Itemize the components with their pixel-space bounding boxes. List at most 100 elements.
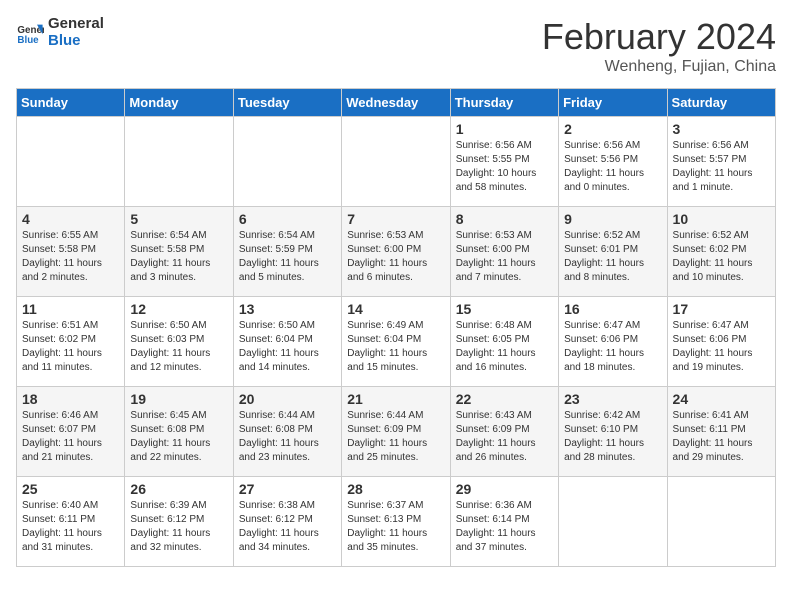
calendar-cell: 26 Sunrise: 6:39 AMSunset: 6:12 PMDayligh… [125, 477, 233, 567]
calendar-cell: 13 Sunrise: 6:50 AMSunset: 6:04 PMDayligh… [233, 297, 341, 387]
day-number: 8 [456, 211, 553, 227]
logo-icon: General Blue [16, 19, 44, 47]
day-number: 3 [673, 121, 770, 137]
day-info: Sunrise: 6:48 AMSunset: 6:05 PMDaylight:… [456, 319, 553, 375]
day-number: 4 [22, 211, 119, 227]
logo-line1: General [48, 16, 104, 33]
day-info: Sunrise: 6:50 AMSunset: 6:04 PMDaylight:… [239, 319, 336, 375]
day-number: 25 [22, 481, 119, 497]
day-info: Sunrise: 6:40 AMSunset: 6:11 PMDaylight:… [22, 499, 119, 555]
calendar-cell: 6 Sunrise: 6:54 AMSunset: 5:59 PMDaylight… [233, 207, 341, 297]
day-number: 19 [130, 391, 227, 407]
calendar-cell: 24 Sunrise: 6:41 AMSunset: 6:11 PMDayligh… [667, 387, 775, 477]
calendar-cell: 29 Sunrise: 6:36 AMSunset: 6:14 PMDayligh… [450, 477, 558, 567]
calendar-week-3: 11 Sunrise: 6:51 AMSunset: 6:02 PMDayligh… [17, 297, 776, 387]
day-number: 17 [673, 301, 770, 317]
calendar-cell [125, 117, 233, 207]
day-number: 20 [239, 391, 336, 407]
day-info: Sunrise: 6:36 AMSunset: 6:14 PMDaylight:… [456, 499, 553, 555]
day-number: 9 [564, 211, 661, 227]
day-info: Sunrise: 6:56 AMSunset: 5:57 PMDaylight:… [673, 139, 770, 195]
calendar-cell: 19 Sunrise: 6:45 AMSunset: 6:08 PMDayligh… [125, 387, 233, 477]
day-number: 26 [130, 481, 227, 497]
day-number: 11 [22, 301, 119, 317]
calendar-cell: 23 Sunrise: 6:42 AMSunset: 6:10 PMDayligh… [559, 387, 667, 477]
day-info: Sunrise: 6:52 AMSunset: 6:01 PMDaylight:… [564, 229, 661, 285]
day-info: Sunrise: 6:38 AMSunset: 6:12 PMDaylight:… [239, 499, 336, 555]
calendar-cell: 9 Sunrise: 6:52 AMSunset: 6:01 PMDaylight… [559, 207, 667, 297]
calendar-week-1: 1Sunrise: 6:56 AMSunset: 5:55 PMDaylight… [17, 117, 776, 207]
day-number: 22 [456, 391, 553, 407]
calendar-cell [233, 117, 341, 207]
calendar-cell: 3 Sunrise: 6:56 AMSunset: 5:57 PMDaylight… [667, 117, 775, 207]
day-number: 5 [130, 211, 227, 227]
day-number: 16 [564, 301, 661, 317]
calendar-cell: 2 Sunrise: 6:56 AMSunset: 5:56 PMDaylight… [559, 117, 667, 207]
header-sunday: Sunday [17, 89, 125, 117]
day-number: 1 [456, 121, 553, 137]
calendar-cell: 17 Sunrise: 6:47 AMSunset: 6:06 PMDayligh… [667, 297, 775, 387]
day-info: Sunrise: 6:55 AMSunset: 5:58 PMDaylight:… [22, 229, 119, 285]
day-number: 28 [347, 481, 444, 497]
day-number: 14 [347, 301, 444, 317]
header-friday: Friday [559, 89, 667, 117]
logo: General Blue General Blue [16, 16, 104, 49]
day-number: 13 [239, 301, 336, 317]
day-number: 23 [564, 391, 661, 407]
header-thursday: Thursday [450, 89, 558, 117]
calendar-cell: 5 Sunrise: 6:54 AMSunset: 5:58 PMDaylight… [125, 207, 233, 297]
day-info: Sunrise: 6:39 AMSunset: 6:12 PMDaylight:… [130, 499, 227, 555]
day-number: 6 [239, 211, 336, 227]
calendar-cell [342, 117, 450, 207]
day-info: Sunrise: 6:37 AMSunset: 6:13 PMDaylight:… [347, 499, 444, 555]
calendar-cell [17, 117, 125, 207]
day-info: Sunrise: 6:53 AMSunset: 6:00 PMDaylight:… [456, 229, 553, 285]
svg-text:Blue: Blue [17, 34, 39, 45]
calendar-week-2: 4 Sunrise: 6:55 AMSunset: 5:58 PMDaylight… [17, 207, 776, 297]
calendar-subtitle: Wenheng, Fujian, China [542, 58, 776, 76]
day-number: 29 [456, 481, 553, 497]
day-info: Sunrise: 6:41 AMSunset: 6:11 PMDaylight:… [673, 409, 770, 465]
day-info: Sunrise: 6:51 AMSunset: 6:02 PMDaylight:… [22, 319, 119, 375]
day-number: 12 [130, 301, 227, 317]
calendar-cell: 18Sunrise: 6:46 AMSunset: 6:07 PMDayligh… [17, 387, 125, 477]
day-info: Sunrise: 6:53 AMSunset: 6:00 PMDaylight:… [347, 229, 444, 285]
calendar-cell: 22 Sunrise: 6:43 AMSunset: 6:09 PMDayligh… [450, 387, 558, 477]
page-header: General Blue General Blue February 2024 … [16, 16, 776, 76]
day-info: Sunrise: 6:54 AMSunset: 5:58 PMDaylight:… [130, 229, 227, 285]
day-info: Sunrise: 6:43 AMSunset: 6:09 PMDaylight:… [456, 409, 553, 465]
day-number: 24 [673, 391, 770, 407]
calendar-cell: 7Sunrise: 6:53 AMSunset: 6:00 PMDaylight… [342, 207, 450, 297]
calendar-cell: 25 Sunrise: 6:40 AMSunset: 6:11 PMDayligh… [17, 477, 125, 567]
day-number: 2 [564, 121, 661, 137]
calendar-cell: 21 Sunrise: 6:44 AMSunset: 6:09 PMDayligh… [342, 387, 450, 477]
day-info: Sunrise: 6:47 AMSunset: 6:06 PMDaylight:… [673, 319, 770, 375]
calendar-cell [559, 477, 667, 567]
day-info: Sunrise: 6:56 AMSunset: 5:56 PMDaylight:… [564, 139, 661, 195]
calendar-week-5: 25 Sunrise: 6:40 AMSunset: 6:11 PMDayligh… [17, 477, 776, 567]
day-number: 10 [673, 211, 770, 227]
day-info: Sunrise: 6:46 AMSunset: 6:07 PMDaylight:… [22, 409, 119, 465]
calendar-table: Sunday Monday Tuesday Wednesday Thursday… [16, 88, 776, 567]
day-info: Sunrise: 6:45 AMSunset: 6:08 PMDaylight:… [130, 409, 227, 465]
day-number: 21 [347, 391, 444, 407]
logo-line2: Blue [48, 33, 104, 50]
calendar-cell: 16 Sunrise: 6:47 AMSunset: 6:06 PMDayligh… [559, 297, 667, 387]
calendar-cell: 12Sunrise: 6:50 AMSunset: 6:03 PMDayligh… [125, 297, 233, 387]
header-tuesday: Tuesday [233, 89, 341, 117]
calendar-cell: 28 Sunrise: 6:37 AMSunset: 6:13 PMDayligh… [342, 477, 450, 567]
calendar-cell [667, 477, 775, 567]
header-wednesday: Wednesday [342, 89, 450, 117]
calendar-week-4: 18Sunrise: 6:46 AMSunset: 6:07 PMDayligh… [17, 387, 776, 477]
calendar-cell: 4 Sunrise: 6:55 AMSunset: 5:58 PMDaylight… [17, 207, 125, 297]
calendar-cell: 27Sunrise: 6:38 AMSunset: 6:12 PMDayligh… [233, 477, 341, 567]
calendar-cell: 10Sunrise: 6:52 AMSunset: 6:02 PMDayligh… [667, 207, 775, 297]
day-info: Sunrise: 6:47 AMSunset: 6:06 PMDaylight:… [564, 319, 661, 375]
day-info: Sunrise: 6:54 AMSunset: 5:59 PMDaylight:… [239, 229, 336, 285]
title-block: February 2024 Wenheng, Fujian, China [542, 16, 776, 76]
header-saturday: Saturday [667, 89, 775, 117]
calendar-cell: 20Sunrise: 6:44 AMSunset: 6:08 PMDayligh… [233, 387, 341, 477]
day-info: Sunrise: 6:49 AMSunset: 6:04 PMDaylight:… [347, 319, 444, 375]
day-info: Sunrise: 6:42 AMSunset: 6:10 PMDaylight:… [564, 409, 661, 465]
day-info: Sunrise: 6:44 AMSunset: 6:09 PMDaylight:… [347, 409, 444, 465]
